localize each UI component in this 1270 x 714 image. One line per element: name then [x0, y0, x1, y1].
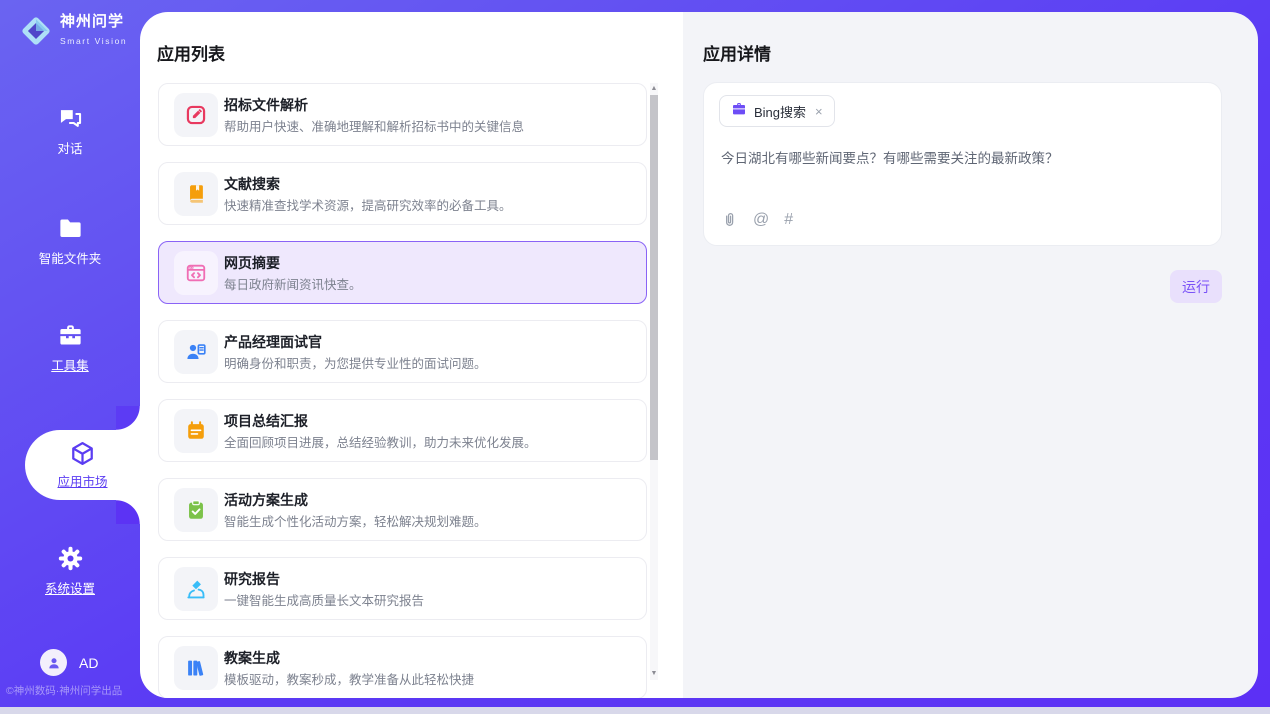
active-tab-curve-bottom	[116, 500, 140, 524]
sidebar-item-label: 对话	[0, 138, 140, 157]
bottom-strip	[0, 707, 1270, 714]
tool-chip-label: Bing搜索	[754, 102, 806, 121]
app-card-name: 项目总结汇报	[224, 411, 308, 431]
user-initials: AD	[79, 655, 98, 671]
main-content: 应用列表 招标文件解析帮助用户快速、准确地理解和解析招标书中的关键信息文献搜索快…	[140, 12, 1258, 698]
at-icon[interactable]: @	[753, 211, 769, 228]
toolbox-icon	[0, 322, 140, 349]
sidebar-item-label: 系统设置	[0, 578, 140, 597]
scrollbar-thumb[interactable]	[650, 95, 658, 460]
app-card[interactable]: 招标文件解析帮助用户快速、准确地理解和解析招标书中的关键信息	[158, 83, 647, 146]
paperclip-icon[interactable]	[721, 211, 738, 228]
app-card-description: 模板驱动，教案秒成，教学准备从此轻松快捷	[224, 669, 474, 688]
books-icon	[174, 646, 218, 690]
person-icon	[46, 655, 62, 671]
sidebar-item-toolbox[interactable]: 工具集	[0, 322, 140, 374]
app-card[interactable]: 教案生成模板驱动，教案秒成，教学准备从此轻松快捷	[158, 636, 647, 698]
folder-icon	[0, 215, 140, 242]
brand-name: 神州问学	[60, 13, 124, 30]
prompt-text[interactable]: 今日湖北有哪些新闻要点？有哪些需要关注的最新政策？	[721, 149, 1201, 168]
sidebar-item-label: 应用市场	[57, 471, 107, 490]
book-icon	[174, 172, 218, 216]
app-card-name: 网页摘要	[224, 253, 280, 273]
browser-code-icon	[174, 251, 218, 295]
app-card-list: 招标文件解析帮助用户快速、准确地理解和解析招标书中的关键信息文献搜索快速精准查找…	[158, 83, 647, 698]
clipboard-check-icon	[174, 488, 218, 532]
microscope-icon	[174, 567, 218, 611]
run-button[interactable]: 运行	[1170, 270, 1222, 303]
prompt-card[interactable]: Bing搜索 × 今日湖北有哪些新闻要点？有哪些需要关注的最新政策？ @#	[703, 82, 1222, 246]
sidebar-item-label: 工具集	[0, 355, 140, 374]
app-card[interactable]: 活动方案生成智能生成个性化活动方案，轻松解决规划难题。	[158, 478, 647, 541]
gear-icon	[0, 545, 140, 572]
pen-square-icon	[174, 93, 218, 137]
app-card-name: 招标文件解析	[224, 95, 308, 115]
app-card-name: 教案生成	[224, 648, 280, 668]
app-card-description: 明确身份和职责，为您提供专业性的面试问题。	[224, 353, 487, 372]
app-card-name: 活动方案生成	[224, 490, 308, 510]
app-card[interactable]: 网页摘要每日政府新闻资讯快查。	[158, 241, 647, 304]
scroll-down-icon[interactable]: ▼	[650, 668, 658, 680]
tool-chip-bing-search[interactable]: Bing搜索 ×	[719, 95, 835, 127]
sidebar-item-label: 智能文件夹	[0, 248, 140, 267]
chat-icon	[0, 105, 140, 132]
app-card-description: 全面回顾项目进展，总结经验教训，助力未来优化发展。	[224, 432, 537, 451]
briefcase-icon	[731, 101, 747, 122]
avatar[interactable]	[40, 649, 67, 676]
sidebar-item-chat[interactable]: 对话	[0, 105, 140, 157]
sidebar-item-app-market[interactable]: 应用市场	[25, 430, 140, 500]
scrollbar[interactable]: ▲ ▼	[650, 83, 658, 680]
app-card-description: 智能生成个性化活动方案，轻松解决规划难题。	[224, 511, 487, 530]
app-card[interactable]: 研究报告一键智能生成高质量长文本研究报告	[158, 557, 647, 620]
app-card-name: 产品经理面试官	[224, 332, 322, 352]
app-list-title: 应用列表	[157, 40, 225, 65]
prompt-toolbar: @#	[721, 211, 793, 228]
active-tab-curve-top	[116, 406, 140, 430]
app-card-description: 快速精准查找学术资源，提高研究效率的必备工具。	[224, 195, 512, 214]
app-list-panel: 应用列表 招标文件解析帮助用户快速、准确地理解和解析招标书中的关键信息文献搜索快…	[140, 12, 683, 698]
app-detail-title: 应用详情	[703, 40, 771, 65]
brand-diamond-icon	[18, 13, 54, 49]
sidebar-item-system-settings[interactable]: 系统设置	[0, 545, 140, 597]
copyright-text: ©神州数码·神州问学出品	[6, 683, 122, 698]
brand-subtitle: Smart Vision	[60, 36, 127, 46]
sidebar: 神州问学 Smart Vision 对话智能文件夹工具集应用市场系统设置 AD …	[0, 0, 140, 714]
calendar-icon	[174, 409, 218, 453]
app-detail-panel: 应用详情 Bing搜索 × 今日湖北有哪些新闻要点？有哪些需要关注的最新政策？ …	[683, 12, 1258, 698]
app-card-name: 文献搜索	[224, 174, 280, 194]
app-card-name: 研究报告	[224, 569, 280, 589]
app-card-description: 一键智能生成高质量长文本研究报告	[224, 590, 424, 609]
close-icon[interactable]: ×	[815, 104, 823, 119]
app-card-description: 帮助用户快速、准确地理解和解析招标书中的关键信息	[224, 116, 524, 135]
user-row[interactable]: AD	[40, 649, 98, 676]
interviewer-icon	[174, 330, 218, 374]
brand-logo: 神州问学 Smart Vision	[18, 13, 140, 49]
scroll-up-icon[interactable]: ▲	[650, 83, 658, 95]
app-card[interactable]: 产品经理面试官明确身份和职责，为您提供专业性的面试问题。	[158, 320, 647, 383]
sidebar-item-smart-folders[interactable]: 智能文件夹	[0, 215, 140, 267]
app-card[interactable]: 项目总结汇报全面回顾项目进展，总结经验教训，助力未来优化发展。	[158, 399, 647, 462]
cube-icon	[69, 440, 96, 467]
app-card-description: 每日政府新闻资讯快查。	[224, 274, 362, 293]
hash-icon[interactable]: #	[784, 211, 793, 228]
app-card[interactable]: 文献搜索快速精准查找学术资源，提高研究效率的必备工具。	[158, 162, 647, 225]
